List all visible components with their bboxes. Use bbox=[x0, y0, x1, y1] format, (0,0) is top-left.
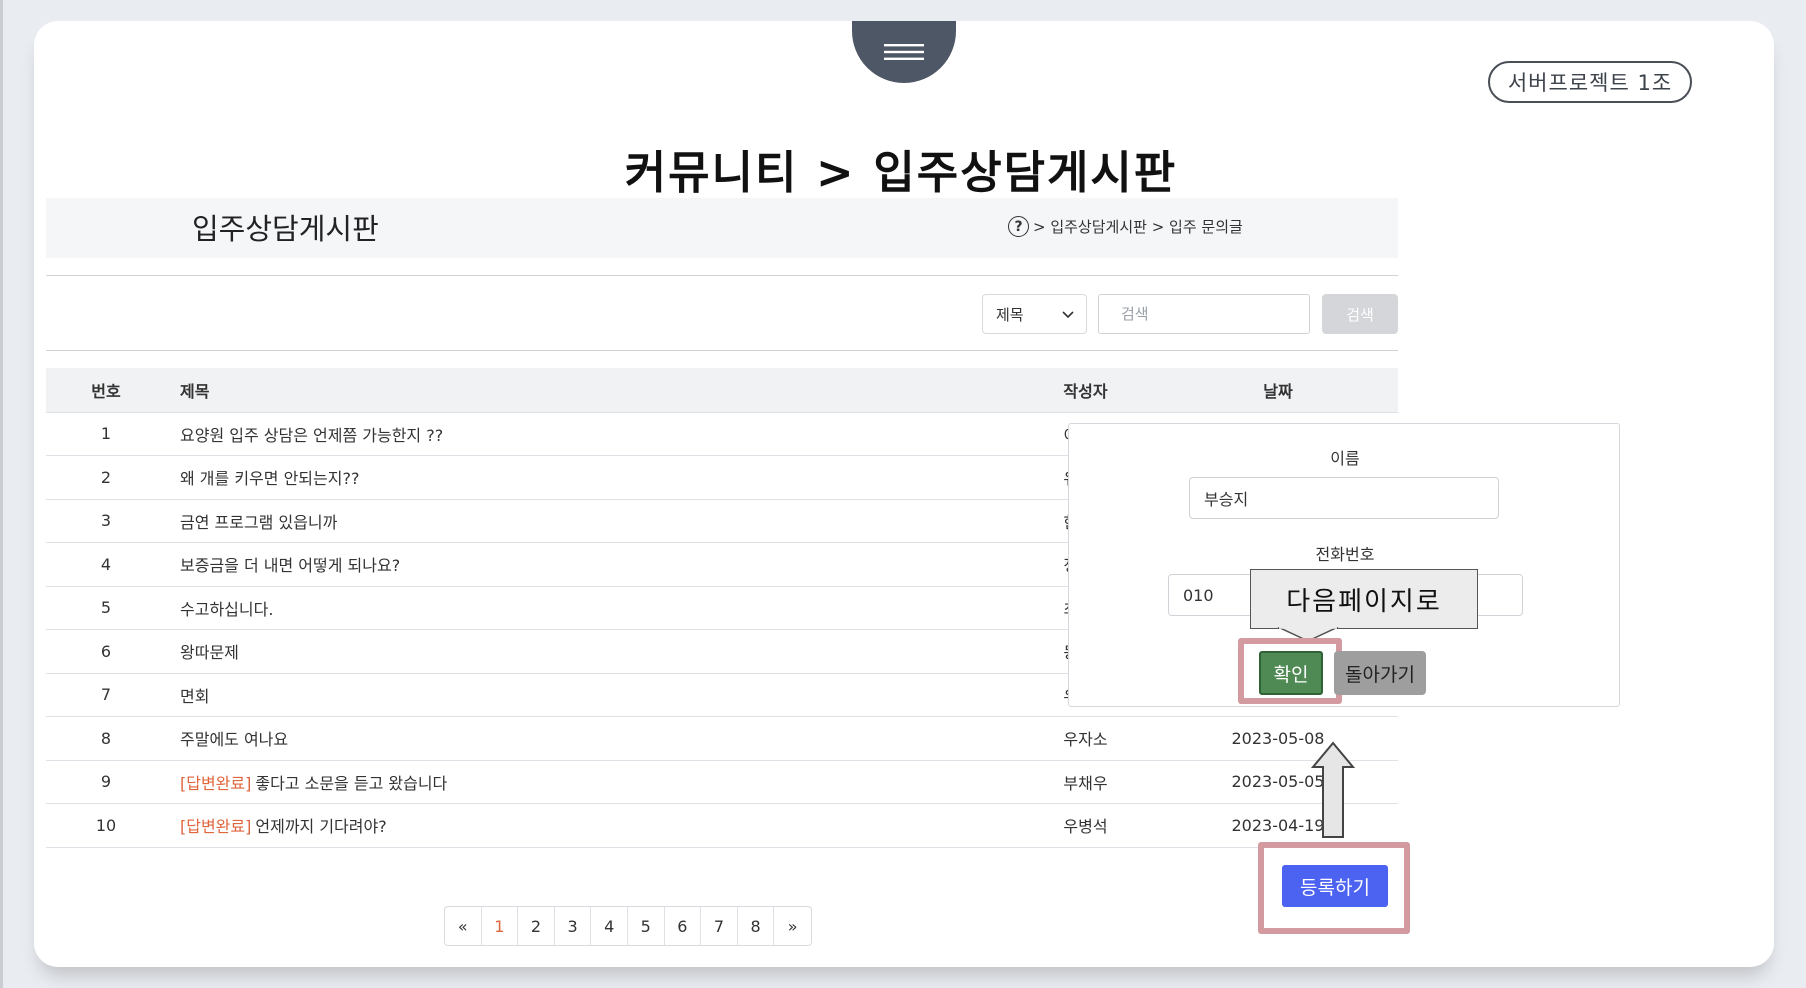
row-title-cell[interactable]: 왜 개를 키우면 안되는지?? bbox=[166, 455, 1013, 500]
page-link-1[interactable]: 1 bbox=[482, 907, 519, 945]
pagination: « 1 2 3 4 5 6 7 8 » bbox=[444, 906, 812, 946]
row-title-link[interactable]: 좋다고 소문을 듣고 왔습니다 bbox=[255, 774, 447, 793]
page-link-8[interactable]: 8 bbox=[738, 907, 775, 945]
row-title-link[interactable]: 주말에도 여나요 bbox=[180, 730, 288, 749]
phone-label: 전화번호 bbox=[1315, 545, 1375, 564]
window-edge bbox=[0, 0, 3, 988]
row-title-cell[interactable]: 주말에도 여나요 bbox=[166, 716, 1013, 761]
row-title-cell[interactable]: 요양원 입주 상담은 언제쯤 가능한지 ?? bbox=[166, 412, 1013, 456]
table-row[interactable]: 10 [답변완료] 언제까지 기다려야? 우병석 2023-04-19 bbox=[46, 803, 1398, 848]
row-date: 2023-05-05 bbox=[1158, 760, 1398, 804]
row-title-link[interactable]: 언제까지 기다려야? bbox=[255, 817, 386, 836]
table-row[interactable]: 9 [답변완료] 좋다고 소문을 듣고 왔습니다 부채우 2023-05-05 bbox=[46, 760, 1398, 804]
row-number: 4 bbox=[46, 542, 166, 587]
breadcrumb-text: > 입주상담게시판 > 입주 문의글 bbox=[1033, 218, 1243, 236]
column-header-date[interactable]: 날짜 bbox=[1158, 368, 1398, 413]
row-title-cell[interactable]: 수고하십니다. bbox=[166, 586, 1013, 630]
search-button[interactable]: 검색 bbox=[1322, 294, 1398, 334]
chevron-down-icon bbox=[1062, 305, 1074, 323]
table-row[interactable]: 8 주말에도 여나요 우자소 2023-05-08 bbox=[46, 716, 1398, 761]
row-number: 9 bbox=[46, 760, 166, 804]
search-field-select[interactable]: 제목 bbox=[982, 294, 1087, 334]
row-author: 우자소 bbox=[1013, 716, 1158, 761]
row-title-link[interactable]: 요양원 입주 상담은 언제쯤 가능한지 ?? bbox=[180, 426, 443, 445]
divider bbox=[46, 275, 1398, 276]
page-title: 커뮤니티 > 입주상담게시판 bbox=[624, 146, 1178, 199]
column-header-author[interactable]: 작성자 bbox=[1013, 368, 1158, 413]
row-author: 부채우 bbox=[1013, 760, 1158, 804]
row-number: 8 bbox=[46, 716, 166, 761]
page-link-5[interactable]: 5 bbox=[628, 907, 665, 945]
row-title-cell[interactable]: 보증금을 더 내면 어떻게 되나요? bbox=[166, 542, 1013, 587]
divider bbox=[46, 350, 1398, 351]
row-number: 3 bbox=[46, 499, 166, 543]
row-title-cell[interactable]: 금연 프로그램 있읍니까 bbox=[166, 499, 1013, 543]
row-number: 5 bbox=[46, 586, 166, 630]
page-link-7[interactable]: 7 bbox=[701, 907, 738, 945]
search-select-value: 제목 bbox=[996, 305, 1024, 324]
confirm-button[interactable]: 확인 bbox=[1259, 651, 1323, 695]
row-author: 우병석 bbox=[1013, 803, 1158, 848]
hamburger-icon bbox=[882, 41, 926, 63]
row-number: 1 bbox=[46, 412, 166, 456]
row-date: 2023-04-19 bbox=[1158, 803, 1398, 848]
board-header: 입주상담게시판 ? > 입주상담게시판 > 입주 문의글 bbox=[46, 198, 1398, 258]
register-button[interactable]: 등록하기 bbox=[1282, 865, 1388, 907]
row-title-link[interactable]: 수고하십니다. bbox=[180, 600, 273, 619]
answered-tag: [답변완료] bbox=[180, 773, 252, 793]
page-link-4[interactable]: 4 bbox=[591, 907, 628, 945]
up-arrow-icon bbox=[1311, 741, 1355, 838]
column-header-title[interactable]: 제목 bbox=[166, 368, 1013, 413]
breadcrumb: ? > 입주상담게시판 > 입주 문의글 bbox=[1008, 216, 1243, 237]
team-badge[interactable]: 서버프로젝트 1조 bbox=[1488, 61, 1692, 103]
page-prev-link[interactable]: « bbox=[445, 907, 482, 945]
column-header-number[interactable]: 번호 bbox=[46, 368, 166, 413]
row-title-cell[interactable]: [답변완료] 좋다고 소문을 듣고 왔습니다 bbox=[166, 760, 1013, 804]
row-number: 6 bbox=[46, 629, 166, 674]
row-title-link[interactable]: 보증금을 더 내면 어떻게 되나요? bbox=[180, 556, 400, 575]
name-label: 이름 bbox=[1330, 449, 1360, 468]
name-field[interactable] bbox=[1189, 477, 1499, 519]
search-input[interactable] bbox=[1098, 294, 1310, 334]
row-number: 7 bbox=[46, 673, 166, 717]
board-title: 입주상담게시판 bbox=[192, 212, 379, 246]
row-number: 2 bbox=[46, 455, 166, 500]
row-title-cell[interactable]: 면회 bbox=[166, 673, 1013, 717]
row-number: 10 bbox=[46, 803, 166, 848]
row-title-link[interactable]: 왜 개를 키우면 안되는지?? bbox=[180, 469, 359, 488]
back-button[interactable]: 돌아가기 bbox=[1334, 651, 1426, 695]
row-title-cell[interactable]: 왕따문제 bbox=[166, 629, 1013, 674]
next-page-callout: 다음페이지로 bbox=[1250, 569, 1478, 629]
page-link-2[interactable]: 2 bbox=[518, 907, 555, 945]
page-link-3[interactable]: 3 bbox=[555, 907, 592, 945]
page-next-link[interactable]: » bbox=[774, 907, 811, 945]
help-icon[interactable]: ? bbox=[1008, 216, 1029, 237]
row-title-link[interactable]: 면회 bbox=[180, 687, 209, 706]
answered-tag: [답변완료] bbox=[180, 817, 252, 837]
row-title-link[interactable]: 왕따문제 bbox=[180, 643, 239, 662]
page-link-6[interactable]: 6 bbox=[665, 907, 702, 945]
row-title-cell[interactable]: [답변완료] 언제까지 기다려야? bbox=[166, 803, 1013, 848]
row-date: 2023-05-08 bbox=[1158, 716, 1398, 761]
row-title-link[interactable]: 금연 프로그램 있읍니까 bbox=[180, 513, 337, 532]
table-header-row: 번호 제목 작성자 날짜 bbox=[46, 368, 1398, 413]
